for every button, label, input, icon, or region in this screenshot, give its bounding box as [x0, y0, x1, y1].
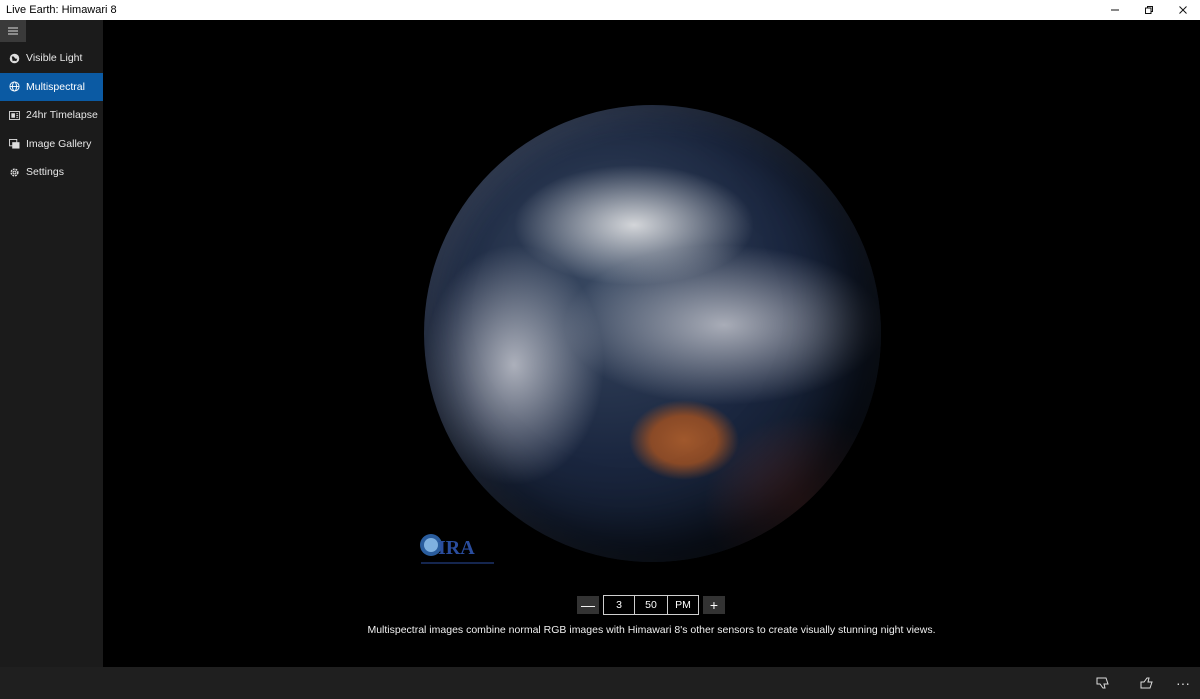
- more-button[interactable]: ···: [1166, 667, 1200, 699]
- decrement-button[interactable]: —: [577, 596, 599, 614]
- caption-text: Multispectral images combine normal RGB …: [367, 624, 936, 636]
- sidebar-item-image-gallery[interactable]: Image Gallery: [0, 130, 103, 158]
- sidebar-item-24hr-timelapse[interactable]: 24hr Timelapse: [0, 101, 103, 129]
- nav-list: Visible Light Multispectral 24hr Timelap…: [0, 44, 103, 186]
- minimize-icon: [1111, 9, 1119, 11]
- earth-image: [424, 105, 881, 562]
- hour-field[interactable]: 3: [604, 596, 635, 614]
- close-icon: [1179, 6, 1187, 14]
- dislike-icon: [1096, 677, 1109, 689]
- sidebar-item-label: Visible Light: [26, 52, 83, 64]
- bottom-app-bar: ···: [0, 667, 1200, 699]
- cira-logo: IRA: [418, 530, 498, 568]
- restore-button[interactable]: [1132, 0, 1166, 20]
- gear-icon: [8, 166, 20, 178]
- minute-field[interactable]: 50: [635, 596, 668, 614]
- sidebar-item-label: 24hr Timelapse: [26, 109, 98, 122]
- title-bar: Live Earth: Himawari 8: [0, 0, 1200, 20]
- svg-text:IRA: IRA: [438, 537, 475, 559]
- time-picker: — 3 50 PM +: [577, 595, 725, 615]
- sidebar-item-multispectral[interactable]: Multispectral: [0, 72, 103, 101]
- ampm-field[interactable]: PM: [668, 596, 698, 614]
- globe-icon: [8, 52, 20, 64]
- increment-button[interactable]: +: [703, 596, 725, 614]
- close-button[interactable]: [1166, 0, 1200, 20]
- sidebar-item-label: Settings: [26, 166, 64, 179]
- sidebar-item-label: Image Gallery: [26, 137, 92, 150]
- restore-icon: [1145, 6, 1153, 14]
- window-title: Live Earth: Himawari 8: [6, 4, 117, 16]
- sidebar-item-settings[interactable]: Settings: [0, 158, 103, 186]
- video-icon: [8, 109, 20, 121]
- like-icon: [1140, 677, 1153, 689]
- hamburger-icon: [8, 27, 18, 35]
- hamburger-button[interactable]: [0, 20, 26, 42]
- sidebar-item-visible-light[interactable]: Visible Light: [0, 44, 103, 72]
- sidebar-item-label: Multispectral: [26, 80, 85, 93]
- time-field: 3 50 PM: [603, 595, 699, 615]
- like-button[interactable]: [1130, 667, 1164, 699]
- main-content: IRA — 3 50 PM + Multispectral images com…: [103, 20, 1200, 667]
- dislike-button[interactable]: [1086, 667, 1120, 699]
- sidebar: Visible Light Multispectral 24hr Timelap…: [0, 20, 103, 667]
- world-icon: [8, 81, 20, 93]
- gallery-icon: [8, 138, 20, 150]
- minimize-button[interactable]: [1098, 0, 1132, 20]
